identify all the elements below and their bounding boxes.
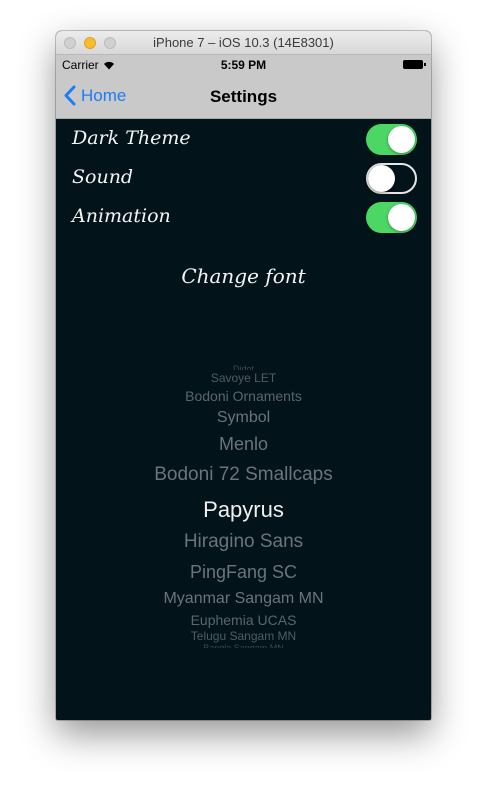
animation-label: Animation	[72, 205, 171, 227]
picker-item-menlo[interactable]: Menlo	[56, 434, 431, 455]
font-picker[interactable]: Didot Savoye LET Bodoni Ornaments Symbol…	[56, 364, 431, 648]
animation-switch[interactable]	[366, 202, 417, 233]
picker-item-pingfang-sc[interactable]: PingFang SC	[56, 562, 431, 583]
setting-row-animation: Animation	[56, 199, 431, 235]
switch-knob	[388, 126, 415, 153]
switch-knob	[368, 165, 395, 192]
setting-row-dark-theme: Dark Theme	[56, 121, 431, 157]
picker-item-bangla-sangam-mn[interactable]: Bangla Sangam MN	[56, 643, 431, 648]
simulator-window: iPhone 7 – iOS 10.3 (14E8301) Carrier 5:…	[56, 31, 431, 720]
picker-item-didot[interactable]: Didot	[56, 364, 431, 370]
sound-label: Sound	[72, 166, 134, 188]
picker-item-bodoni-72-smallcaps[interactable]: Bodoni 72 Smallcaps	[56, 464, 431, 486]
dark-theme-switch[interactable]	[366, 124, 417, 155]
settings-content: Dark Theme Sound Animation Change font D…	[56, 119, 431, 720]
picker-item-symbol[interactable]: Symbol	[56, 409, 431, 427]
picker-item-euphemia-ucas[interactable]: Euphemia UCAS	[56, 612, 431, 628]
battery-icon	[403, 60, 426, 69]
switch-knob	[388, 204, 415, 231]
picker-item-telugu-sangam-mn[interactable]: Telugu Sangam MN	[56, 629, 431, 643]
picker-item-bodoni-ornaments[interactable]: Bodoni Ornaments	[56, 388, 431, 404]
change-font-button[interactable]: Change font	[56, 264, 431, 288]
picker-item-savoye-let[interactable]: Savoye LET	[56, 371, 431, 385]
title-bar: iPhone 7 – iOS 10.3 (14E8301)	[56, 31, 431, 55]
sound-switch[interactable]	[366, 163, 417, 194]
status-bar: Carrier 5:59 PM	[56, 55, 431, 75]
window-title: iPhone 7 – iOS 10.3 (14E8301)	[153, 35, 334, 50]
setting-row-sound: Sound	[56, 160, 431, 196]
picker-item-papyrus-selected[interactable]: Papyrus	[56, 497, 431, 523]
navigation-bar: Home Settings	[56, 75, 431, 119]
picker-item-myanmar-sangam-mn[interactable]: Myanmar Sangam MN	[56, 590, 431, 608]
dark-theme-label: Dark Theme	[72, 127, 191, 149]
picker-item-hiragino-sans[interactable]: Hiragino Sans	[56, 531, 431, 553]
status-time: 5:59 PM	[220, 58, 267, 72]
page-title: Settings	[209, 87, 278, 106]
